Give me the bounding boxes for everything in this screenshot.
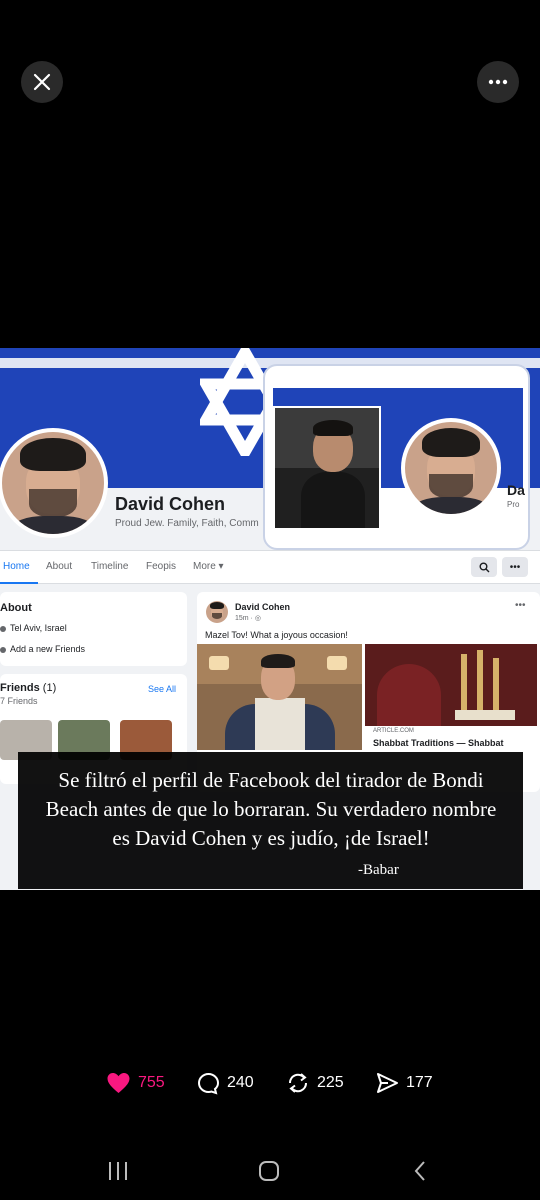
post-author: David Cohen [235, 602, 291, 612]
search-icon [471, 557, 497, 577]
send-icon [377, 1073, 398, 1093]
close-button[interactable] [21, 61, 63, 103]
see-all-link: See All [148, 684, 177, 694]
heart-icon [107, 1073, 130, 1093]
close-icon [33, 73, 51, 91]
inset-name: Da [507, 482, 525, 498]
profile-tabs: Home About Timeline Feopis More ▾ ••• [0, 550, 540, 584]
engagement-bar: 755 240 225 177 [0, 1068, 540, 1098]
recent-apps-icon [109, 1162, 127, 1180]
profile-avatar [0, 428, 108, 538]
share-count: 177 [406, 1074, 433, 1091]
profile-name: David Cohen [115, 494, 226, 514]
reply-button[interactable]: 240 [197, 1068, 254, 1098]
inset-subtitle: Pro [507, 500, 520, 509]
about-title: About [0, 602, 32, 614]
system-nav-bar [0, 1150, 540, 1190]
tab-home: Home [3, 561, 30, 572]
shabbat-photo [365, 644, 537, 726]
inset-profile-screenshot: Da Pro [263, 364, 530, 550]
repost-button[interactable]: 225 [286, 1068, 344, 1098]
caption-text: Se filtró el perfil de Facebook del tira… [45, 768, 497, 850]
post-text: Mazel Tov! What a joyous occasion! [205, 630, 348, 640]
bar-mitzvah-photo [197, 644, 362, 750]
back-button[interactable] [402, 1156, 438, 1186]
post-time: 15m · ◎ [235, 615, 261, 622]
repost-count: 225 [317, 1074, 344, 1091]
article-title: Shabbat Traditions — Shabbat [373, 738, 504, 748]
about-card: About Tel Aviv, Israel Add a new Friends [0, 592, 187, 666]
more-icon [488, 79, 508, 85]
about-location: Tel Aviv, Israel [10, 623, 67, 633]
post-menu-icon: ••• [515, 600, 526, 611]
tab-timeline: Timeline [91, 561, 129, 572]
repost-icon [288, 1073, 308, 1093]
caption-signature: -Babar [358, 862, 399, 878]
share-button[interactable]: 177 [376, 1068, 433, 1098]
location-icon [0, 626, 6, 632]
reply-icon [197, 1072, 220, 1094]
profile-bio: Proud Jew. Family, Faith, Comm [115, 518, 259, 529]
post-author-avatar [205, 600, 229, 624]
recent-apps-button[interactable] [100, 1156, 136, 1186]
article-source: ARTICLE.COM [373, 728, 414, 734]
about-add-friends: Add a new Friends [10, 644, 86, 654]
tab-more-icon: ••• [502, 557, 528, 577]
tab-more: More ▾ [193, 561, 224, 572]
add-friend-icon [0, 647, 6, 653]
more-options-button[interactable] [477, 61, 519, 103]
inset-photo [273, 406, 381, 530]
like-count: 755 [138, 1074, 165, 1091]
caption-overlay: Se filtró el perfil de Facebook del tira… [18, 752, 523, 889]
like-button[interactable]: 755 [106, 1068, 165, 1098]
home-button[interactable] [251, 1156, 287, 1186]
inset-avatar [401, 418, 501, 518]
friends-count: 7 Friends [0, 696, 38, 706]
home-icon [259, 1161, 279, 1181]
tab-about: About [46, 561, 73, 572]
friends-title: Friends (1) [0, 682, 57, 694]
back-icon [414, 1161, 425, 1181]
reply-count: 240 [227, 1074, 254, 1091]
tab-feopis: Feopis [146, 561, 177, 572]
